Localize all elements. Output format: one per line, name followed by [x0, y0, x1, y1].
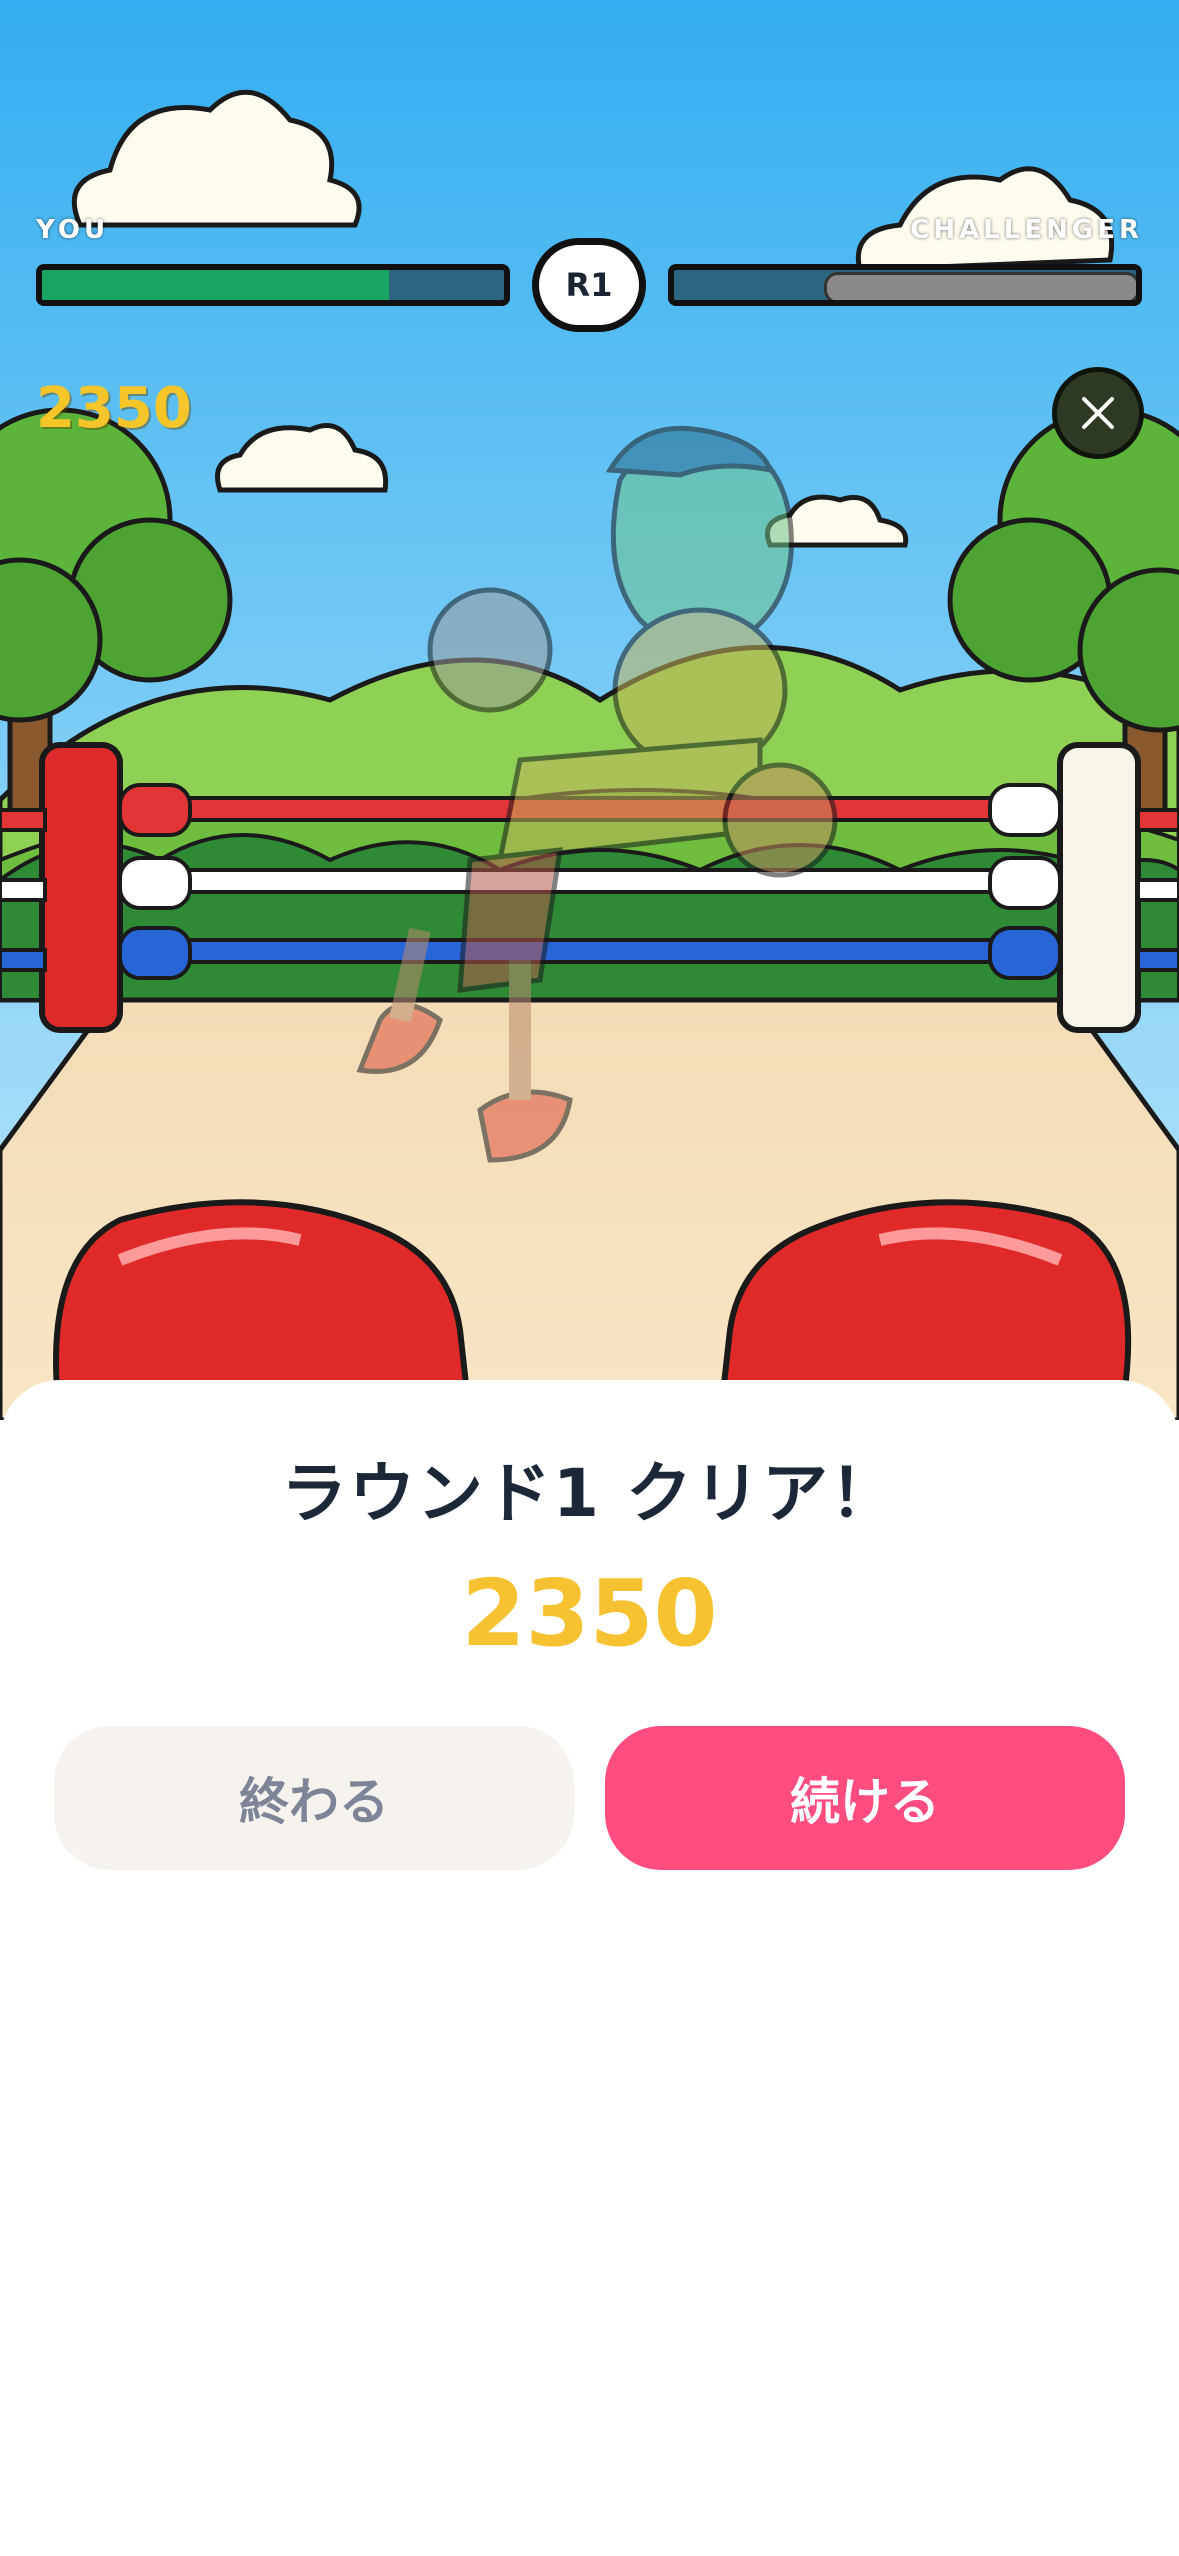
quit-button[interactable]: 終わる — [54, 1726, 574, 1870]
opponent-label: CHALLENGER — [910, 215, 1143, 245]
round-badge: R1 — [532, 238, 646, 332]
player-label: YOU — [36, 215, 110, 245]
player-health-fill — [42, 270, 389, 300]
close-button[interactable] — [1052, 367, 1144, 459]
opponent-health-bar — [668, 264, 1142, 306]
player-health-bar — [36, 264, 510, 306]
boxing-ring-scene: YOU CHALLENGER R1 2350 — [0, 0, 1179, 1420]
round-clear-title: ラウンド1 クリア！ — [281, 1455, 898, 1532]
ring-background — [0, 0, 1179, 1420]
score-counter: 2350 — [36, 376, 192, 441]
continue-button[interactable]: 続ける — [605, 1726, 1125, 1870]
close-icon — [1082, 397, 1114, 429]
health-bar-shadow — [824, 272, 1136, 300]
round-result-sheet — [0, 1380, 1179, 2556]
round-score: 2350 — [461, 1560, 718, 1667]
